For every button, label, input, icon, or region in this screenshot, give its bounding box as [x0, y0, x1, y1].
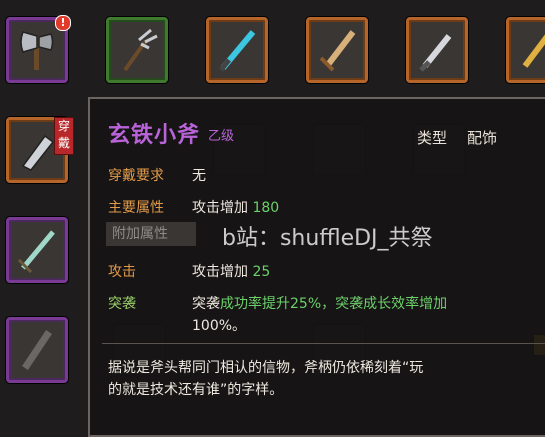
item-description: 据说是斧头帮同门相认的信物，斧柄仍依稀刻着“玩 的就是技术还有谁”的字样。 [108, 357, 508, 401]
breakthrough-prefix: 突袭 [192, 296, 220, 312]
broad-blade-icon [21, 134, 55, 171]
breakthrough-value: 突袭成功率提升25%，突袭成长效率增加 [192, 293, 447, 313]
item-grade: 乙级 [208, 129, 235, 144]
item-type-label: 类型 [417, 129, 448, 147]
bronze-sword-icon [319, 30, 356, 72]
attack-label: 攻击 [108, 264, 136, 280]
trident-icon [123, 28, 158, 72]
main-attribute-label: 主要属性 [108, 200, 164, 216]
main-attribute-value: 攻击增加 180 [192, 197, 279, 217]
inventory-slot-silver-dagger[interactable] [406, 17, 468, 83]
breakthrough-effect-cont: 100%。 [192, 318, 247, 334]
requirement-label: 穿戴要求 [108, 168, 164, 184]
item-name: 玄铁小斧 [108, 123, 201, 148]
main-attribute-number: 180 [252, 200, 280, 216]
jade-sword-icon [17, 230, 55, 274]
inventory-slot-cyan-sword[interactable] [206, 17, 268, 83]
inventory-slot-trident[interactable] [106, 17, 168, 83]
item-description-line: 据说是斧头帮同门相认的信物，斧柄仍依稀刻着“玩 [108, 360, 424, 376]
requirement-value: 无 [192, 168, 206, 184]
item-type-value: 配饰 [467, 129, 498, 147]
attack-number: 25 [252, 264, 271, 280]
item-description-line: 的就是技术还有谁”的字样。 [108, 382, 284, 398]
dark-blade-icon [22, 330, 52, 370]
axe-icon [20, 31, 54, 70]
new-item-alert-badge: ! [55, 15, 71, 31]
inventory-slot-gold-sword[interactable] [506, 17, 545, 83]
item-tooltip: 玄铁小斧 乙级 类型 配饰 穿戴要求 无 主要属性 攻击增加 180 附加属性 … [88, 97, 545, 437]
cyan-sword-icon [219, 30, 256, 72]
extra-attribute-label: 附加属性 [106, 222, 196, 246]
attack-value: 攻击增加 25 [192, 261, 270, 281]
gold-sword-icon [522, 34, 545, 68]
main-attribute-text: 攻击增加 [192, 200, 248, 216]
tooltip-divider [102, 343, 545, 344]
attack-text: 攻击增加 [192, 264, 248, 280]
inventory-slot-dark-blade[interactable] [6, 317, 68, 383]
watermark: b站：shuffleDJ_共祭 [222, 226, 433, 251]
breakthrough-effect: 成功率提升25%，突袭成长效率增加 [220, 296, 448, 312]
breakthrough-label: 突袭 [108, 296, 136, 312]
silver-dagger-icon [419, 34, 452, 72]
inventory-slot-jade-sword[interactable] [6, 217, 68, 283]
inventory-slot-bronze-sword[interactable] [306, 17, 368, 83]
equipped-badge: 穿戴 [54, 117, 74, 155]
